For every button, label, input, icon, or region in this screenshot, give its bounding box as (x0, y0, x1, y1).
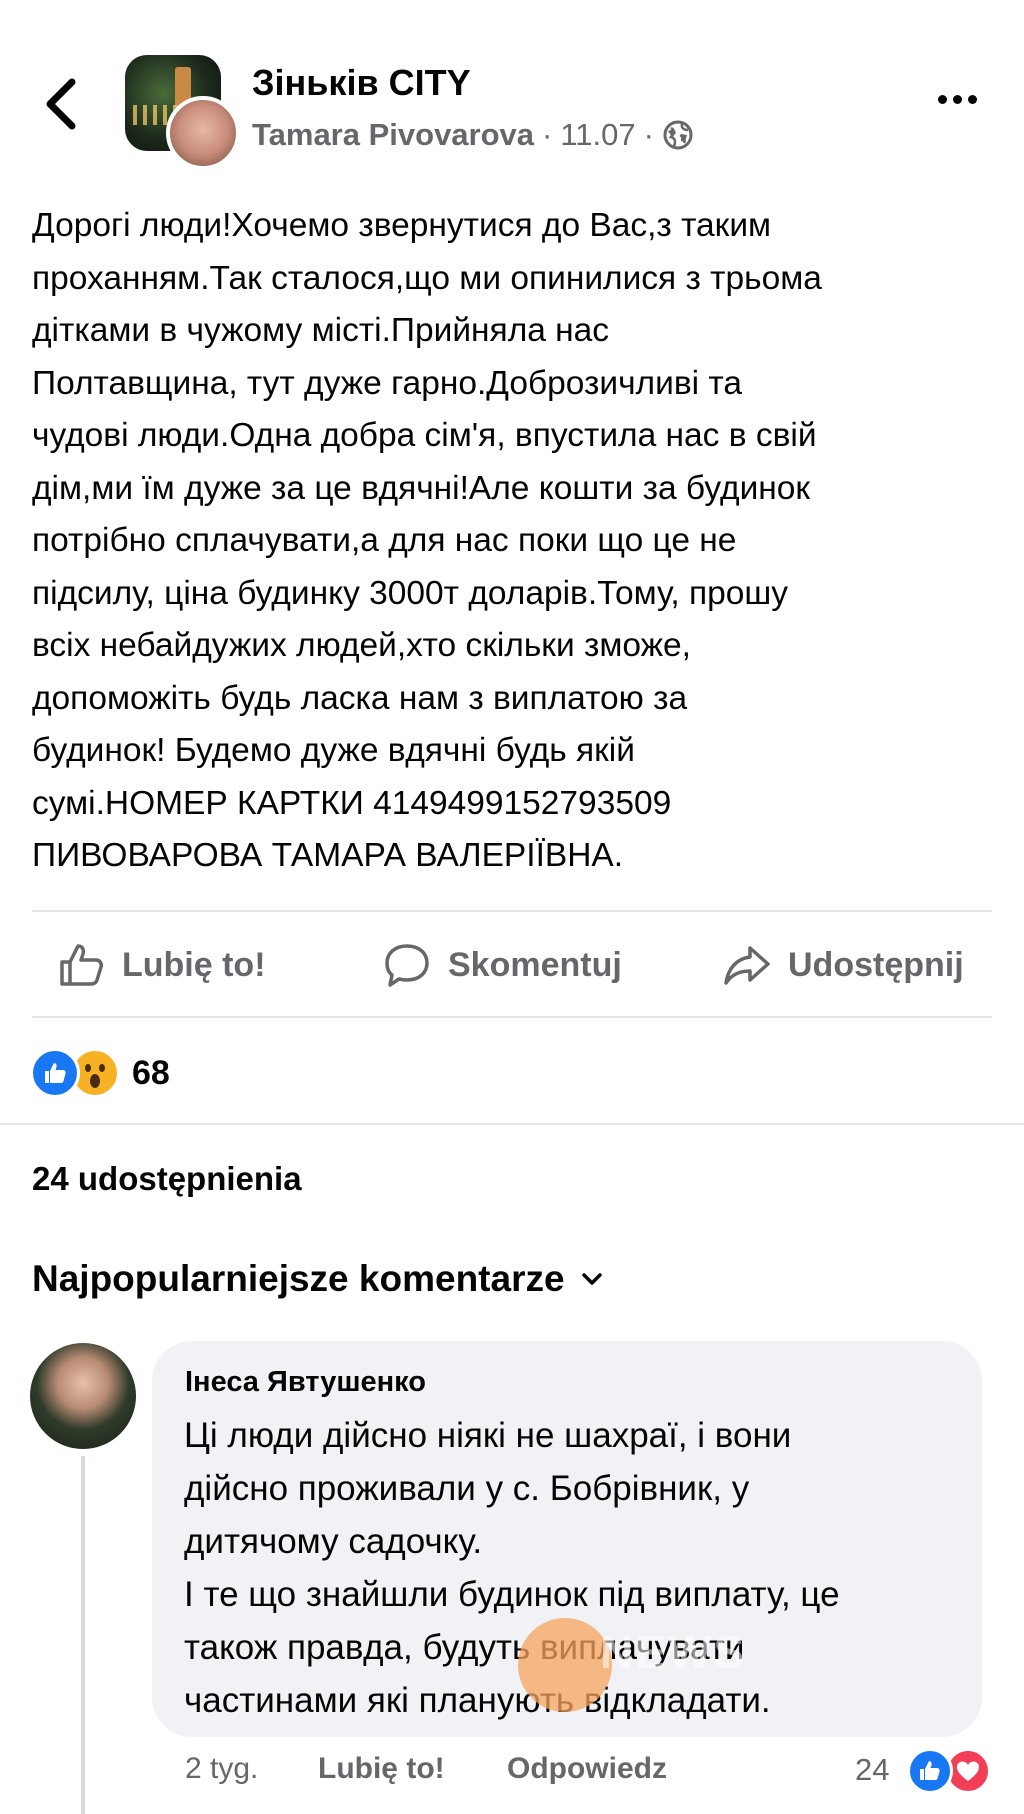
comment-line: дитячому садочку. (184, 1522, 483, 1561)
meta-separator: · (643, 117, 654, 152)
comment-line: І те що знайшли будинок під виплату, це (184, 1575, 840, 1614)
post-line: допоможіть будь ласка нам з виплатою за (32, 679, 688, 717)
comments-sort-dropdown[interactable]: Najpopularniejsze komentarze (32, 1258, 605, 1300)
author-avatar[interactable] (166, 96, 240, 170)
share-button[interactable]: Udostępnij (722, 940, 964, 990)
comment-reaction-count[interactable]: 24 (855, 1752, 889, 1788)
commenter-avatar[interactable] (30, 1343, 136, 1449)
like-button[interactable]: Lubię to! (56, 940, 266, 990)
meta-separator: · (542, 117, 553, 152)
like-label: Lubię to! (122, 945, 266, 984)
comment-time[interactable]: 2 tyg. (185, 1752, 258, 1786)
comment-like-button[interactable]: Lubię to! (318, 1752, 445, 1786)
post-line: будинок! Будемо дуже вдячні будь якій (32, 732, 635, 769)
post-line: Дорогі люди!Хочемо звернутися до Вас,з т… (32, 207, 772, 244)
comment-author[interactable]: Інеса Явтушенко (185, 1366, 426, 1399)
section-divider (0, 1123, 1024, 1125)
like-reaction-icon (907, 1748, 953, 1794)
like-reaction-icon (30, 1048, 80, 1098)
back-chevron-icon[interactable] (40, 74, 80, 134)
reactions-summary[interactable]: 68 (30, 1048, 170, 1098)
post-meta: Tamara Pivovarova · 11.07 · (252, 117, 694, 153)
post-line: дім,ми їм дуже за це вдячні!Але кошти за… (32, 469, 811, 507)
comment-line: дійсно проживали у с. Бобрівник, у (184, 1469, 750, 1508)
post-line: проханням.Так сталося,що ми опинилися з … (32, 259, 822, 297)
reaction-count: 68 (132, 1053, 170, 1092)
comment-label: Skomentuj (448, 945, 622, 984)
post-line: чудові люди.Одна добра сім'я, впустила н… (32, 417, 817, 454)
chevron-down-icon (581, 1273, 602, 1285)
shares-count[interactable]: 24 udostępnienia (32, 1160, 302, 1198)
comment-bubble-icon (385, 944, 429, 987)
thread-line (81, 1456, 85, 1814)
post-line: підсилу, ціна будинку 3000т доларів.Тому… (32, 574, 789, 612)
touch-indicator (518, 1618, 612, 1712)
post-line: ПИВОВАРОВА ТАМАРА ВАЛЕРІЇВНА. (32, 837, 624, 874)
post-line: потрібно сплачувати,а для нас поки що це… (32, 522, 737, 559)
post-line: Полтавщина, тут дуже гарно.Доброзичливі … (32, 364, 742, 402)
post-line: дітками в чужому місті.Прийняла нас (32, 312, 610, 349)
comment-button[interactable]: Skomentuj (382, 940, 622, 990)
divider (32, 1016, 992, 1018)
post-text: Дорогі люди!Хочемо звернутися до Вас,з т… (32, 200, 1000, 883)
comment-reactions[interactable] (907, 1748, 991, 1794)
author-name[interactable]: Tamara Pivovarova (252, 117, 534, 153)
post-line: всіх небайдужих людей,хто скільки зможе, (32, 627, 691, 664)
thumbs-up-icon (60, 944, 103, 986)
share-arrow-icon (724, 946, 770, 985)
globe-icon (663, 120, 693, 150)
post-line: сумі.НОМЕР КАРТКИ 4149499152793509 (32, 784, 672, 822)
post-date[interactable]: 11.07 (560, 117, 635, 153)
comment-line: Ці люди дійсно ніякі не шахраї, і вони (184, 1416, 792, 1455)
comments-sort-label: Najpopularniejsze komentarze (32, 1258, 565, 1299)
group-name[interactable]: Зіньків CITY (252, 62, 471, 104)
divider (32, 910, 992, 912)
share-label: Udostępnij (788, 945, 964, 984)
comment-reply-button[interactable]: Odpowiedz (507, 1752, 667, 1786)
more-options-icon[interactable] (938, 95, 977, 104)
watermark: NEWS (600, 1626, 746, 1678)
